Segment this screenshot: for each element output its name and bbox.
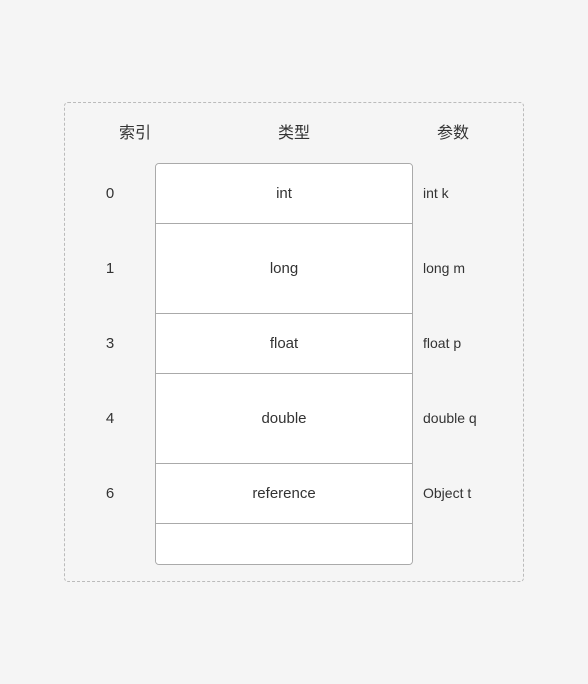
diagram-container: 索引 类型 参数 0 1 3 4 6 int long float double… <box>54 82 534 602</box>
param-header: 参数 <box>413 119 493 143</box>
param-float-p: float p <box>423 313 461 373</box>
type-float: float <box>156 314 412 374</box>
index-0: 0 <box>106 163 114 223</box>
header-row: 索引 类型 参数 <box>75 119 513 143</box>
outer-border: 索引 类型 参数 0 1 3 4 6 int long float double… <box>64 102 524 582</box>
index-1: 1 <box>106 223 114 313</box>
index-4: 4 <box>106 373 114 463</box>
param-double-q: double q <box>423 373 477 463</box>
type-column: int long float double reference <box>155 163 413 565</box>
param-column: int k long m float p double q Object t <box>413 163 513 565</box>
param-object-t: Object t <box>423 463 471 523</box>
type-double: double <box>156 374 412 464</box>
type-reference: reference <box>156 464 412 524</box>
type-empty <box>156 524 412 564</box>
param-long-m: long m <box>423 223 465 313</box>
param-int-k: int k <box>423 163 449 223</box>
index-column: 0 1 3 4 6 <box>75 163 155 565</box>
index-3: 3 <box>106 313 114 373</box>
index-header: 索引 <box>95 119 175 143</box>
index-6: 6 <box>106 463 114 523</box>
type-long: long <box>156 224 412 314</box>
content-area: 0 1 3 4 6 int long float double referenc… <box>75 163 513 565</box>
type-int: int <box>156 164 412 224</box>
type-header: 类型 <box>175 119 413 143</box>
